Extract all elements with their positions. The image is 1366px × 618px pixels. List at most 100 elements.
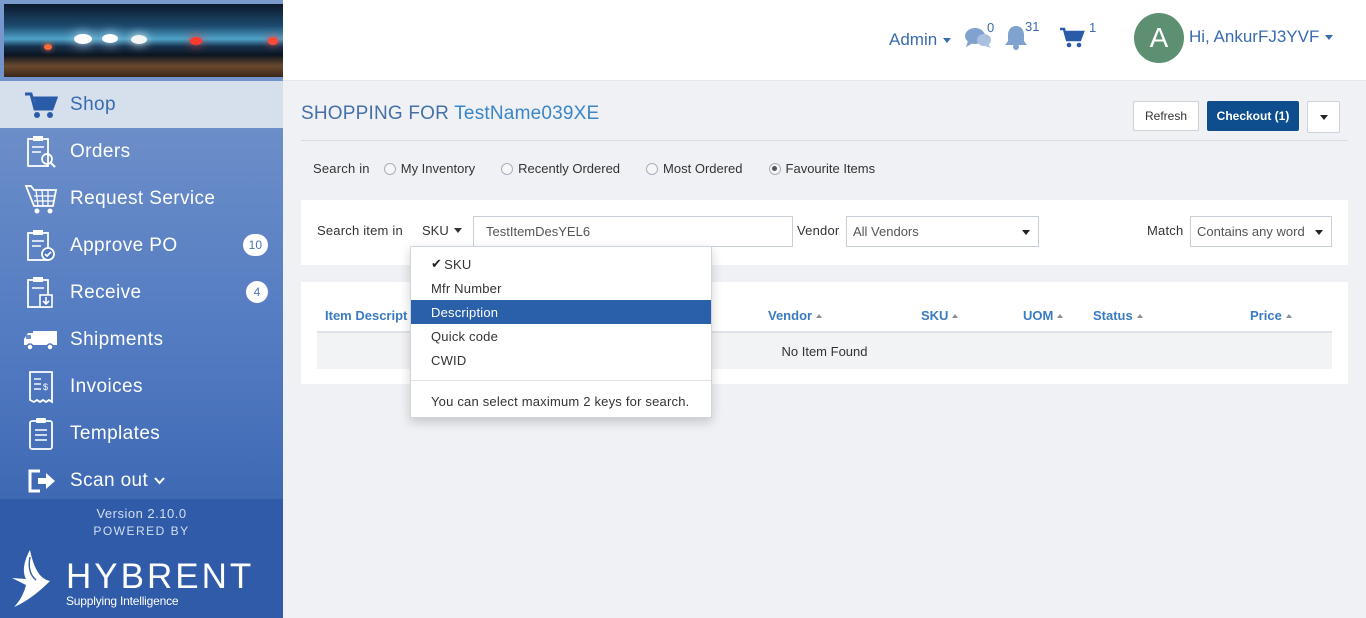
sidebar-item-label: Invoices <box>70 375 143 397</box>
templates-icon <box>21 417 61 451</box>
notifications-count: 31 <box>1025 19 1040 34</box>
caret-down-icon <box>1319 114 1328 120</box>
radio-button[interactable] <box>768 162 781 175</box>
radio-button[interactable] <box>646 162 659 175</box>
messages-count: 0 <box>987 20 995 35</box>
sidebar-footer: Version 2.10.0 POWERED BY HYBRENT Supply… <box>0 499 283 618</box>
column-header-uom[interactable]: UOM <box>1023 308 1064 323</box>
page-title-prefix: SHOPPING FOR <box>301 103 450 124</box>
sidebar-item-label: Receive <box>70 281 142 303</box>
hybrent-tagline: Supplying Intelligence <box>66 594 179 608</box>
column-header-vendor[interactable]: Vendor <box>768 308 823 323</box>
search-item-label: Search item in <box>317 223 403 238</box>
page-title-facility[interactable]: TestName039XE <box>454 103 599 124</box>
dropdown-item-description[interactable]: Description <box>411 300 711 324</box>
vendor-select[interactable]: All Vendors <box>846 216 1039 247</box>
approve-po-count-badge: 10 <box>242 234 268 256</box>
cart-icon[interactable] <box>1059 27 1085 54</box>
caret-down-icon <box>453 228 462 233</box>
dropdown-item-label: Mfr Number <box>431 280 502 296</box>
refresh-button[interactable]: Refresh <box>1133 101 1199 131</box>
search-in-label: Search in <box>313 161 370 176</box>
avatar[interactable]: A <box>1134 13 1184 63</box>
search-in-group: Search in My Inventory Recently Ordered … <box>313 161 901 176</box>
dropdown-note: You can select maximum 2 keys for search… <box>431 394 690 409</box>
sidebar-item-templates[interactable]: Templates <box>0 410 283 457</box>
dropdown-item-sku[interactable]: ✔ SKU <box>411 252 711 276</box>
checkout-button[interactable]: Checkout (1) <box>1207 101 1299 131</box>
user-menu[interactable]: Hi, AnkurFJ3YVF <box>1189 27 1334 47</box>
search-key-dropdown-menu: ✔ SKU Mfr Number Description Quick code … <box>410 246 712 418</box>
match-select[interactable]: Contains any word <box>1190 216 1332 247</box>
dropdown-item-cwid[interactable]: CWID <box>411 348 711 372</box>
sidebar-item-request-service[interactable]: Request Service <box>0 175 283 222</box>
match-label: Match <box>1147 223 1184 238</box>
column-header-item-description[interactable]: Item Descript <box>325 308 407 323</box>
version-text: Version 2.10.0 <box>96 506 187 521</box>
radio-my-inventory[interactable]: My Inventory <box>383 161 476 176</box>
sidebar-item-label: Approve PO <box>70 234 178 256</box>
dropdown-item-mfr-number[interactable]: Mfr Number <box>411 276 711 300</box>
receive-count-badge: 4 <box>246 281 268 303</box>
radio-label: Most Ordered <box>663 161 743 176</box>
search-key-dropdown[interactable]: SKU <box>422 223 462 238</box>
invoice-icon: $ <box>21 370 61 404</box>
column-header-sku[interactable]: SKU <box>921 308 959 323</box>
radio-recently-ordered[interactable]: Recently Ordered <box>501 161 620 176</box>
caret-down-icon <box>1315 230 1323 235</box>
radio-label: My Inventory <box>400 161 476 176</box>
checkmark-icon: ✔ <box>431 256 443 271</box>
search-key-value: SKU <box>422 223 449 238</box>
checkout-options-button[interactable] <box>1307 101 1340 133</box>
sidebar-item-label: Templates <box>70 422 161 444</box>
cart-count: 1 <box>1089 20 1097 35</box>
receive-icon <box>21 276 61 310</box>
vendor-select-value: All Vendors <box>853 224 919 239</box>
sort-asc-icon <box>1285 313 1292 318</box>
sidebar-item-label: Scan out <box>70 469 149 491</box>
sidebar-item-label: Request Service <box>70 187 216 209</box>
sidebar-item-orders[interactable]: Orders <box>0 128 283 175</box>
header-banner-image <box>4 4 283 77</box>
orders-icon <box>21 135 61 169</box>
search-input-value: TestItemDesYEL6 <box>486 224 591 239</box>
search-input[interactable]: TestItemDesYEL6 <box>473 216 793 247</box>
radio-button[interactable] <box>383 162 396 175</box>
column-header-label: UOM <box>1023 308 1054 323</box>
column-header-label: Price <box>1250 308 1282 323</box>
column-header-status[interactable]: Status <box>1093 308 1143 323</box>
dropdown-item-label: SKU <box>444 256 472 272</box>
sidebar-item-shop[interactable]: Shop <box>0 81 283 128</box>
sidebar-item-scan-out[interactable]: Scan out <box>0 457 283 504</box>
vendor-label: Vendor <box>797 223 840 238</box>
hybrent-logo-icon <box>10 549 52 614</box>
column-header-price[interactable]: Price <box>1250 308 1292 323</box>
column-header-label: SKU <box>921 308 949 323</box>
sidebar-item-approve-po[interactable]: Approve PO 10 <box>0 222 283 269</box>
sidebar-item-receive[interactable]: Receive 4 <box>0 269 283 316</box>
radio-most-ordered[interactable]: Most Ordered <box>646 161 743 176</box>
powered-by-text: POWERED BY <box>93 524 190 538</box>
sort-asc-icon <box>952 313 959 318</box>
cart-icon <box>21 88 61 122</box>
radio-button[interactable] <box>501 162 514 175</box>
dropdown-item-label: Quick code <box>431 328 499 344</box>
sidebar-item-invoices[interactable]: $ Invoices <box>0 363 283 410</box>
sidebar: Shop Orders Request Service Approve PO 1… <box>0 0 283 618</box>
admin-label: Admin <box>889 30 938 49</box>
request-service-icon <box>21 182 61 216</box>
sidebar-item-label: Orders <box>70 140 131 162</box>
dropdown-item-quick-code[interactable]: Quick code <box>411 324 711 348</box>
sidebar-nav: Shop Orders Request Service Approve PO 1… <box>0 81 283 504</box>
sort-asc-icon <box>1057 313 1064 318</box>
sidebar-item-shipments[interactable]: Shipments <box>0 316 283 363</box>
top-header: Admin 0 31 1 A Hi, AnkurFJ3YVF <box>283 0 1366 81</box>
empty-message: No Item Found <box>781 343 868 359</box>
radio-label: Recently Ordered <box>518 161 621 176</box>
radio-favourite-items[interactable]: Favourite Items <box>768 161 875 176</box>
admin-menu[interactable]: Admin <box>889 30 952 50</box>
caret-down-icon <box>943 37 952 43</box>
column-header-label: Item Descript <box>325 308 408 323</box>
sort-asc-icon <box>816 313 823 318</box>
column-header-label: Vendor <box>768 308 813 323</box>
